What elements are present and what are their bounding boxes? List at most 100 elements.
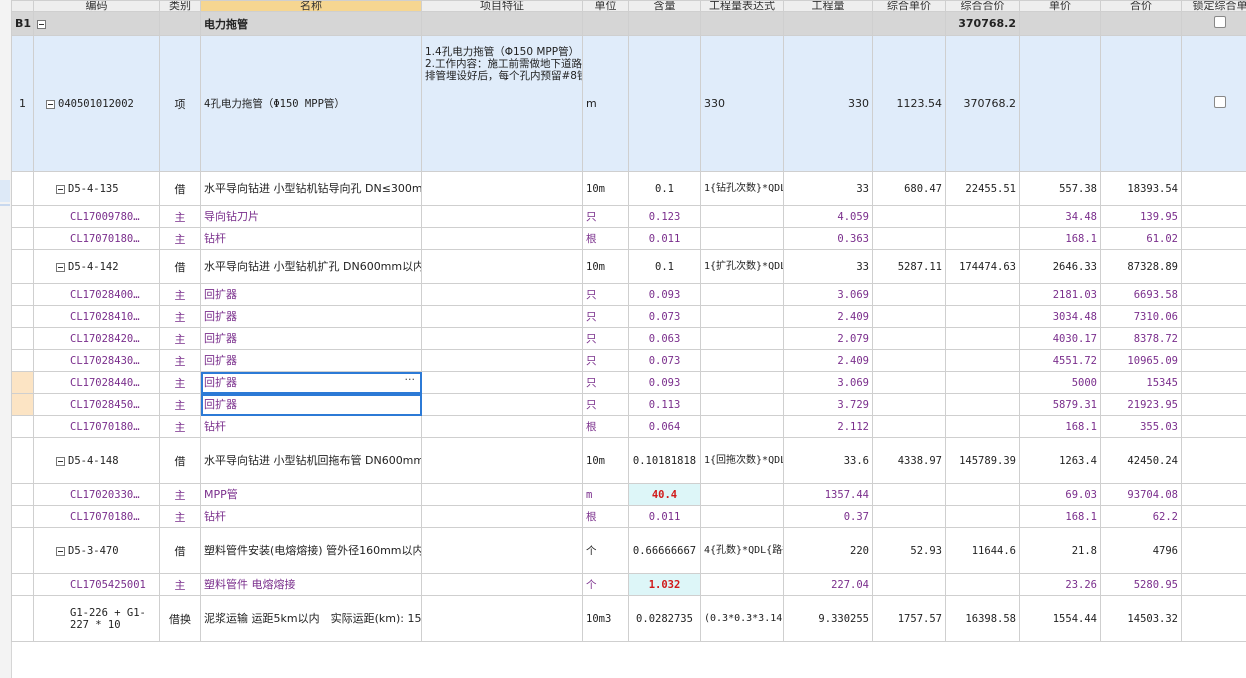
column-header-unit-price[interactable]: 综合单价 (872, 0, 946, 12)
row-expr[interactable] (700, 283, 784, 306)
column-header-amount[interactable]: 合价 (1100, 0, 1182, 12)
material-row[interactable]: CL17070180… 主钻杆 根 0.011 0.37 168.1 62.2 (11, 505, 1246, 528)
group-lock-cell[interactable] (1181, 11, 1246, 36)
row-code-cell[interactable]: G1-226 + G1-227 * 10 (33, 595, 160, 642)
material-row[interactable]: CL17028440… 主回扩器 ··· 只 0.093 3.069 5000 15345 (11, 371, 1246, 394)
collapse-toggle-icon[interactable] (46, 99, 55, 109)
row-expr[interactable] (700, 227, 784, 250)
collapse-toggle-icon[interactable] (56, 184, 65, 194)
row-code-cell[interactable]: CL17070180… (33, 505, 160, 528)
row-expr[interactable]: 4{孔数}*QDL{路径长}/6{结果取整数} (700, 527, 784, 574)
row-code-cell[interactable]: D5-4-135 (33, 171, 160, 206)
row-expr[interactable] (700, 205, 784, 228)
material-row[interactable]: CL17070180… 主钻杆 根 0.064 2.112 168.1 355.03 (11, 415, 1246, 438)
row-code-cell[interactable]: CL1705425001 (33, 573, 160, 596)
material-row[interactable]: CL17028400… 主回扩器 只 0.093 3.069 2181.03 6693.58 (11, 283, 1246, 306)
row-expr[interactable]: (0.3*0.3*3.1415)*1{次数}*QDL{路径长} (700, 595, 784, 642)
row-expr[interactable] (700, 371, 784, 394)
row-name[interactable]: 导向钻刀片 (200, 205, 422, 228)
column-header-total[interactable]: 综合合价 (945, 0, 1020, 12)
group-row[interactable]: B1 电力拖管 370768.2 (11, 11, 1246, 36)
more-options-icon[interactable]: ··· (405, 374, 416, 386)
item-feature[interactable]: 1.4孔电力拖管（Φ150 MPP管）2.工作内容：施工前需做地下道路勘测，需避… (421, 35, 583, 172)
column-header-qty[interactable]: 工程量 (783, 0, 873, 12)
row-name[interactable]: 回扩器 (200, 283, 422, 306)
row-expr[interactable] (700, 505, 784, 528)
material-row[interactable]: CL17009780… 主导向钻刀片 只 0.123 4.059 34.48 139.95 (11, 205, 1246, 228)
column-header-price[interactable]: 单价 (1019, 0, 1101, 12)
row-code-cell[interactable]: D5-4-142 (33, 249, 160, 284)
row-expr[interactable]: 1{回拖次数}*QDL{路径长}+3*2{段数} (700, 437, 784, 484)
material-row[interactable]: CL17020330… 主 MPP管 m 40.4 1357.44 69.03 93704.0… (11, 483, 1246, 506)
row-name[interactable]: 钻杆 (200, 505, 422, 528)
row-name[interactable]: 回扩器 ··· (200, 371, 422, 394)
collapse-toggle-icon[interactable] (56, 456, 65, 466)
material-row[interactable]: CL17028420… 主回扩器 只 0.063 2.079 4030.17 8378.72 (11, 327, 1246, 350)
item-lock-cell[interactable] (1181, 35, 1246, 172)
column-header-unit[interactable]: 单位 (582, 0, 629, 12)
quota-row[interactable]: D5-4-148 借水平导向钻进 小型钻机回拖布管 DN600mm以内 10m0.1… (11, 437, 1246, 484)
row-name[interactable]: 水平导向钻进 小型钻机回拖布管 DN600mm以内 (200, 437, 422, 484)
row-code-cell[interactable]: D5-3-470 (33, 527, 160, 574)
row-expr[interactable]: 1{扩孔次数}*QDL{路径长} (700, 249, 784, 284)
item-code-cell[interactable]: 040501012002 (33, 35, 160, 172)
row-name[interactable]: 泥浆运输 运距5km以内 实际运距(km): 15 (200, 595, 422, 642)
row-name[interactable]: 水平导向钻进 小型钻机扩孔 DN600mm以内 (200, 249, 422, 284)
row-name[interactable]: 回扩器 (200, 349, 422, 372)
row-name[interactable]: 塑料管件 电熔熔接 (200, 573, 422, 596)
collapse-toggle-icon[interactable] (37, 19, 46, 29)
row-expr[interactable] (700, 305, 784, 328)
material-row[interactable]: CL17028410… 主回扩器 只 0.073 2.409 3034.48 7310.06 (11, 305, 1246, 328)
column-header-name[interactable]: 名称 (200, 0, 422, 12)
row-code-cell[interactable]: CL17009780… (33, 205, 160, 228)
row-expr[interactable] (700, 573, 784, 596)
row-expr[interactable] (700, 415, 784, 438)
quota-row[interactable]: G1-226 + G1-227 * 10 借换 泥浆运输 运距5km以内 实际运距(… (11, 595, 1246, 642)
row-name[interactable]: 回扩器 (200, 305, 422, 328)
row-code-cell[interactable]: CL17070180… (33, 227, 160, 250)
row-name[interactable]: 塑料管件安装(电熔熔接) 管外径160mm以内 (200, 527, 422, 574)
row-code-cell[interactable]: CL17028430… (33, 349, 160, 372)
material-row[interactable]: CL17028450… 主回扩器 只 0.113 3.729 5879.31 21923.9… (11, 393, 1246, 416)
row-code-cell[interactable]: CL17028400… (33, 283, 160, 306)
column-header-content[interactable]: 含量 (628, 0, 701, 12)
row-expr[interactable] (700, 483, 784, 506)
column-header-code[interactable]: 编码 (33, 0, 160, 12)
row-expr[interactable] (700, 349, 784, 372)
lock-price-checkbox[interactable] (1214, 96, 1226, 108)
row-name[interactable]: 钻杆 (200, 227, 422, 250)
column-header-expr[interactable]: 工程量表达式 (700, 0, 784, 12)
row-code-cell[interactable]: CL17020330… (33, 483, 160, 506)
row-name[interactable]: 回扩器 (200, 393, 422, 416)
row-code-cell[interactable]: D5-4-148 (33, 437, 160, 484)
column-header-feature[interactable]: 项目特征 (421, 0, 583, 12)
row-expr[interactable] (700, 327, 784, 350)
row-code-cell[interactable]: CL17028450… (33, 393, 160, 416)
material-row[interactable]: CL17070180… 主钻杆 根 0.011 0.363 168.1 61.02 (11, 227, 1246, 250)
column-header-type[interactable]: 类别 (159, 0, 201, 12)
material-row[interactable]: CL17028430… 主回扩器 只 0.073 2.409 4551.72 10965.0… (11, 349, 1246, 372)
bill-item-row[interactable]: 1 040501012002 项 4孔电力拖管（Φ150 MPP管） 1.4孔电力拖管（… (11, 35, 1246, 172)
collapse-toggle-icon[interactable] (56, 546, 65, 556)
row-code: CL17070180… (70, 511, 140, 523)
quota-row[interactable]: D5-3-470 借塑料管件安装(电熔熔接) 管外径160mm以内 个 0.66666… (11, 527, 1246, 574)
row-expr[interactable]: 1{钻孔次数}*QDL{路径长} (700, 171, 784, 206)
item-expr[interactable]: 330 (700, 35, 784, 172)
row-code-cell[interactable]: CL17070180… (33, 415, 160, 438)
row-name[interactable]: MPP管 (200, 483, 422, 506)
row-name[interactable]: 钻杆 (200, 415, 422, 438)
material-row[interactable]: CL1705425001 主塑料管件 电熔熔接 个 1.032 227.04 23.26 5… (11, 573, 1246, 596)
group-toggle-cell[interactable] (33, 11, 160, 36)
lock-price-checkbox[interactable] (1214, 16, 1226, 28)
row-code-cell[interactable]: CL17028420… (33, 327, 160, 350)
quota-row[interactable]: D5-4-135 借水平导向钻进 小型钻机钻导向孔 DN≤300mm 10m 0.1 1… (11, 171, 1246, 206)
quota-row[interactable]: D5-4-142 借水平导向钻进 小型钻机扩孔 DN600mm以内 10m 0.1 1{… (11, 249, 1246, 284)
row-code-cell[interactable]: CL17028440… (33, 371, 160, 394)
row-expr[interactable] (700, 393, 784, 416)
collapse-toggle-icon[interactable] (56, 262, 65, 272)
row-name[interactable]: 水平导向钻进 小型钻机钻导向孔 DN≤300mm (200, 171, 422, 206)
row-code-cell[interactable]: CL17028410… (33, 305, 160, 328)
item-name[interactable]: 4孔电力拖管（Φ150 MPP管） (200, 35, 422, 172)
column-header-lock[interactable]: 锁定综合单 (1181, 0, 1246, 12)
row-name[interactable]: 回扩器 (200, 327, 422, 350)
